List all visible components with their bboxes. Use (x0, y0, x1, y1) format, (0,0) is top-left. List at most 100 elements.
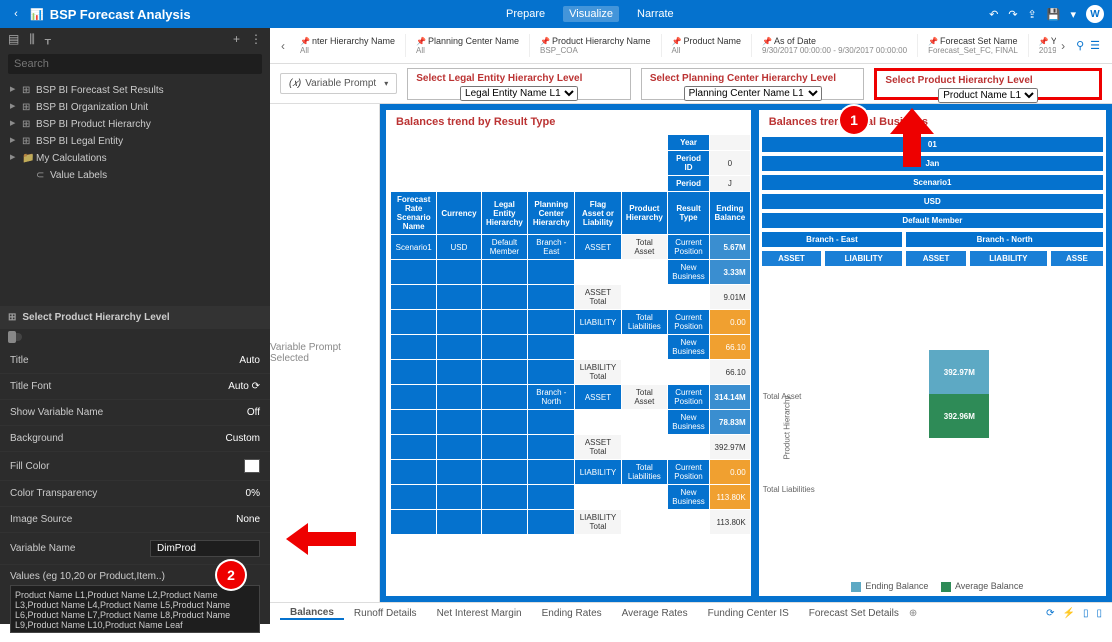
save-icon[interactable]: 💾 (1047, 8, 1061, 21)
header-actions: ↶ ↷ ⇪ 💾 ▾ W (989, 5, 1104, 23)
filter-chip[interactable]: Product NameAll (662, 34, 753, 57)
filter-chip[interactable]: Forecast Set NameForecast_Set_FC, FINAL (918, 34, 1029, 57)
tab-narrate[interactable]: Narrate (631, 6, 680, 22)
tree-item[interactable]: ⊞BSP BI Forecast Set Results (0, 82, 270, 99)
planning-center-select[interactable]: Planning Center Name L1 (684, 86, 822, 101)
tab-visualize[interactable]: Visualize (563, 6, 619, 22)
filter-bar: ‹ nter Hierarchy NameAllPlanning Center … (270, 28, 1112, 64)
tree-item[interactable]: 📁My Calculations (0, 150, 270, 167)
color-swatch[interactable] (244, 459, 260, 473)
tab-avg-rates[interactable]: Average Rates (612, 608, 698, 619)
arrow-icon (903, 132, 921, 167)
prop-value[interactable]: Auto (239, 355, 260, 366)
prop-value[interactable]: 0% (246, 488, 260, 499)
filters: nter Hierarchy NameAllPlanning Center Na… (290, 34, 1056, 57)
app-title: BSP Forecast Analysis (50, 7, 191, 22)
annotation-1: 1 (840, 106, 868, 134)
tab-balances[interactable]: Balances (280, 607, 344, 620)
canvas: Variable Prompt Selected Balances trend … (270, 104, 1112, 602)
prop-value[interactable]: None (236, 514, 260, 525)
legend-swatch (851, 582, 861, 592)
share-icon[interactable]: ⇪ (1028, 8, 1037, 21)
chart-icon: 📊 (30, 8, 44, 21)
menu-icon[interactable]: ▾ (1070, 8, 1076, 21)
variable-name-input[interactable] (150, 540, 260, 557)
filter-chip[interactable]: Product Hierarchy NameBSP_COA (530, 34, 662, 57)
list-icon[interactable]: ☰ (1090, 39, 1100, 52)
tab-ending-rates[interactable]: Ending Rates (532, 608, 612, 619)
annotation-2: 2 (217, 561, 245, 589)
tab-prepare[interactable]: Prepare (500, 6, 551, 22)
prop-label: Fill Color (10, 461, 49, 472)
arrow-icon (306, 532, 356, 546)
select-planning-center: Select Planning Center Hierarchy Level P… (641, 68, 865, 100)
bar: 392.97M 392.96M (929, 350, 989, 438)
layout2-icon[interactable]: ▯ (1096, 608, 1102, 619)
layout-icon[interactable]: ▯ (1083, 608, 1089, 619)
filter-chip[interactable]: As of Date9/30/2017 00:00:00 - 9/30/2017… (752, 34, 918, 57)
prop-value[interactable]: Custom (226, 433, 260, 444)
panel-title: Balances trend by Result Type (386, 110, 751, 134)
variable-prompt-button[interactable]: Variable Prompt (280, 73, 397, 94)
tab-nim[interactable]: Net Interest Margin (427, 608, 532, 619)
tree-item[interactable]: ⊞BSP BI Legal Entity (0, 133, 270, 150)
more-icon[interactable]: ⋮ (250, 32, 262, 46)
tree-item[interactable]: ⊂Value Labels (0, 167, 270, 184)
app-header: ‹ 📊 BSP Forecast Analysis Prepare Visual… (0, 0, 1112, 28)
add-icon[interactable]: + (233, 32, 240, 46)
data-icon[interactable]: ▤ (8, 32, 19, 46)
link-toggle[interactable] (0, 329, 270, 348)
tree-item[interactable]: ⊞BSP BI Organization Unit (0, 99, 270, 116)
prop-panel-title: Select Product Hierarchy Level (0, 306, 270, 329)
scroll-right-icon[interactable]: › (1056, 39, 1070, 53)
y-label: Total Liabilities (763, 485, 815, 494)
chart-area[interactable]: Total Asset Total Liabilities Product Hi… (759, 269, 1106, 577)
bar-segment: 392.96M (929, 394, 989, 438)
filter-chip[interactable]: Planning Center NameAll (406, 34, 530, 57)
avatar[interactable]: W (1086, 5, 1104, 23)
search-input[interactable] (8, 54, 262, 74)
filter-chip[interactable]: nter Hierarchy NameAll (290, 34, 406, 57)
filter-chip[interactable]: Year2019 (1029, 34, 1056, 57)
bar-segment: 392.97M (929, 350, 989, 394)
arrow-icon (890, 108, 934, 134)
analytics-icon[interactable]: ᚁ (45, 32, 51, 46)
refresh-icon[interactable]: ⟳ (1046, 608, 1054, 619)
product-hierarchy-select[interactable]: Product Name L1 (938, 88, 1038, 103)
prop-label: Show Variable Name (10, 407, 103, 418)
selector-row: Variable Prompt Select Legal Entity Hier… (270, 64, 1112, 104)
scroll-left-icon[interactable]: ‹ (276, 39, 290, 53)
bottom-tabs: Balances Runoff Details Net Interest Mar… (270, 602, 1112, 624)
arrow-icon (286, 523, 308, 555)
panel-balances-total: Balances trend Total Business 01 Jan Sce… (757, 108, 1108, 598)
prop-label: Color Transparency (10, 488, 97, 499)
sidebar: ▤ ⫼ ᚁ + ⋮ ⊞BSP BI Forecast Set Results ⊞… (0, 28, 270, 624)
prop-label: Variable Name (10, 543, 75, 554)
back-icon[interactable]: ‹ (8, 8, 24, 20)
right-header-table: 01 Jan Scenario1 USD Default Member Bran… (759, 134, 1106, 269)
undo-icon[interactable]: ↶ (989, 8, 998, 21)
balances-table[interactable]: YearPeriod ID0PeriodJForecast Rate Scena… (390, 134, 751, 535)
legend-swatch (941, 582, 951, 592)
panel-balances-result-type: Balances trend by Result Type YearPeriod… (384, 108, 753, 598)
prop-value[interactable]: Off (247, 407, 260, 418)
main: ‹ nter Hierarchy NameAllPlanning Center … (270, 28, 1112, 624)
bars-icon[interactable]: ⫼ (29, 32, 35, 47)
tree-item[interactable]: ⊞BSP BI Product Hierarchy (0, 116, 270, 133)
bolt-icon[interactable]: ⚡ (1063, 608, 1075, 619)
add-tab-icon[interactable]: ⊕ (909, 608, 917, 619)
data-tree: ⊞BSP BI Forecast Set Results ⊞BSP BI Org… (0, 78, 270, 188)
prop-label: Image Source (10, 514, 72, 525)
redo-icon[interactable]: ↷ (1008, 8, 1017, 21)
tab-runoff[interactable]: Runoff Details (344, 608, 427, 619)
filter-icon[interactable]: ⚲ (1076, 39, 1084, 52)
search (8, 54, 262, 74)
prop-value[interactable]: Auto ⟳ (228, 381, 260, 392)
values-textarea[interactable]: Product Name L1,Product Name L2,Product … (10, 585, 260, 633)
legal-entity-select[interactable]: Legal Entity Name L1 (460, 86, 578, 101)
tab-forecast-set[interactable]: Forecast Set Details (799, 608, 909, 619)
legend: Ending Balance Average Balance (759, 577, 1106, 596)
prop-label: Background (10, 433, 63, 444)
tab-funding[interactable]: Funding Center IS (698, 608, 799, 619)
axis-label: Product Hierarchy (782, 396, 791, 460)
